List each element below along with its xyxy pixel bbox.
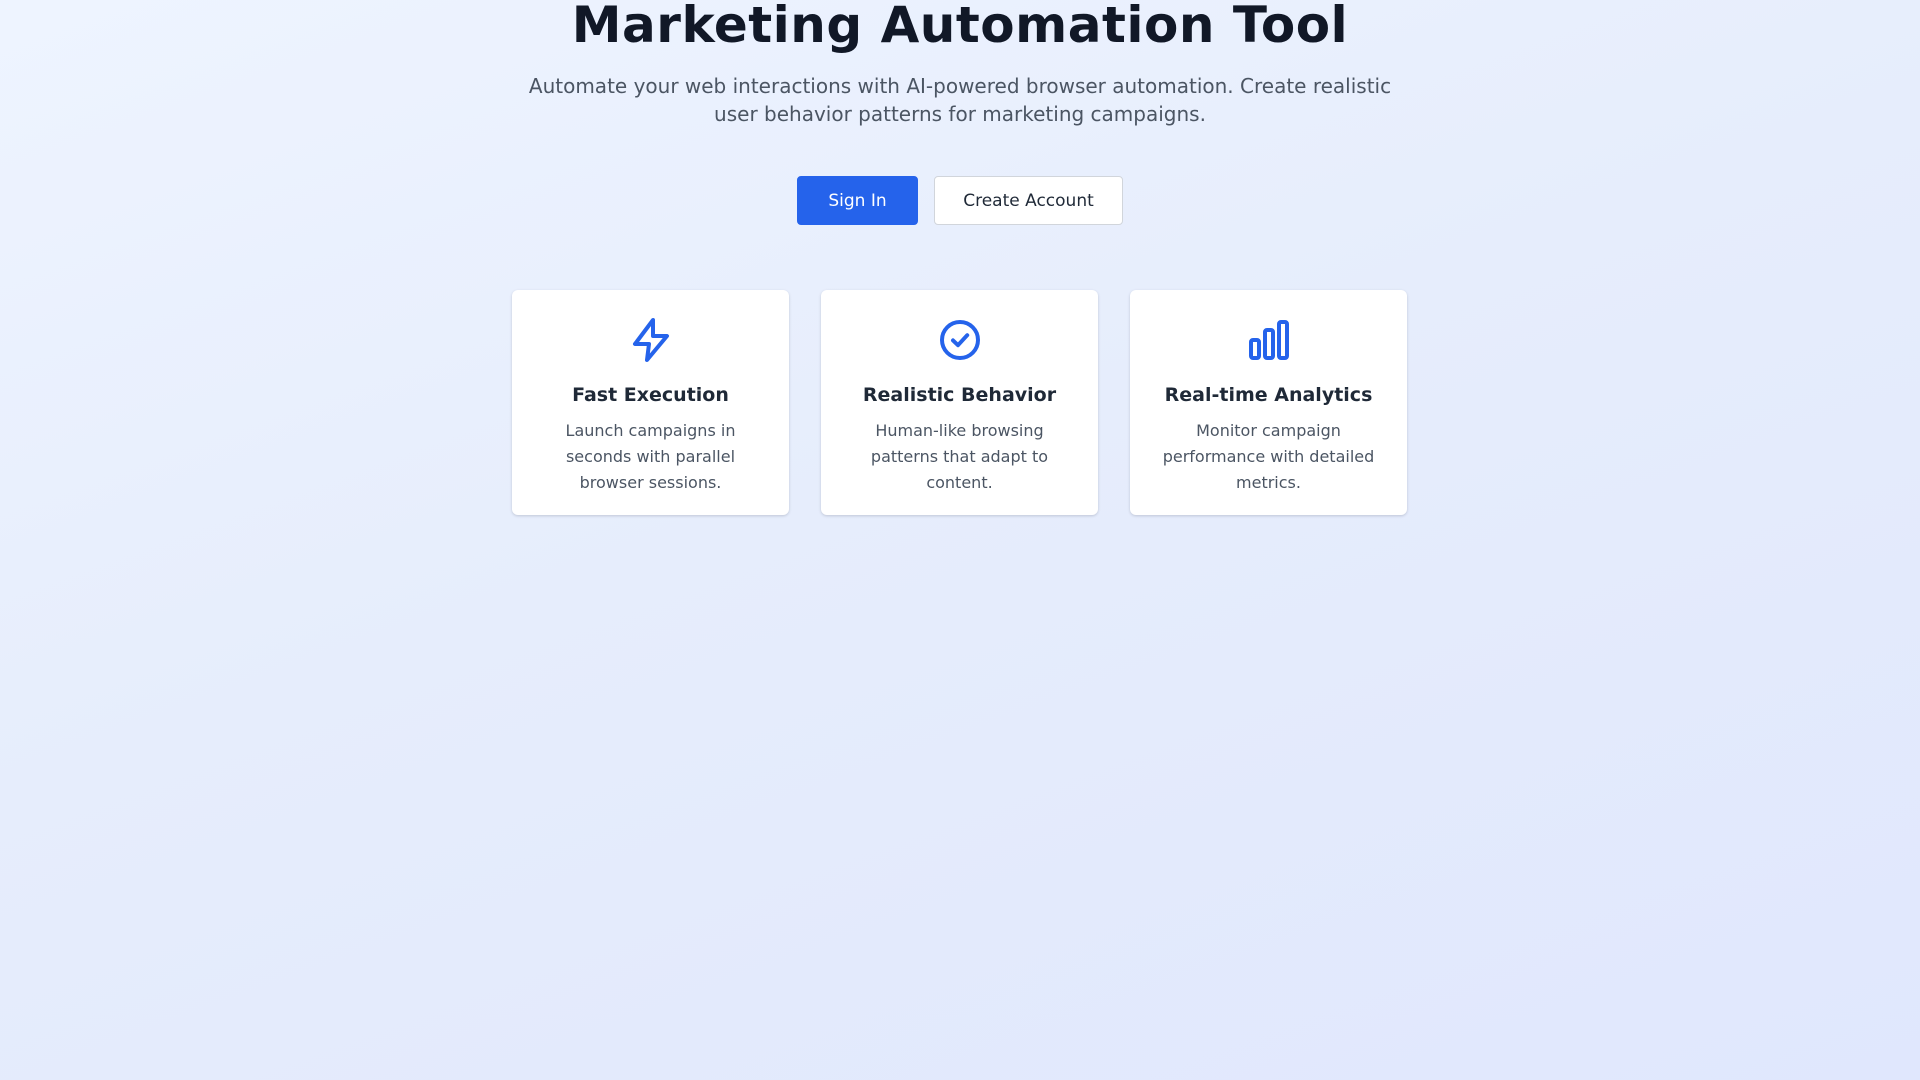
create-account-button[interactable]: Create Account [934,176,1123,225]
page-title: Marketing Automation Tool [571,0,1349,54]
feature-card-fast-execution: Fast Execution Launch campaigns in secon… [512,290,789,515]
auth-actions: Sign In Create Account [0,176,1920,225]
lightning-icon [627,316,675,364]
feature-title: Real-time Analytics [1164,384,1373,406]
page-subtitle: Automate your web interactions with AI-p… [528,74,1392,126]
check-circle-icon [936,316,984,364]
feature-cards: Fast Execution Launch campaigns in secon… [512,290,1407,515]
bar-chart-icon [1245,316,1293,364]
feature-title: Fast Execution [572,384,729,406]
sign-in-button[interactable]: Sign In [797,176,918,225]
feature-description: Monitor campaign performance with detail… [1162,421,1375,492]
feature-title: Realistic Behavior [862,384,1057,406]
feature-card-real-time-analytics: Real-time Analytics Monitor campaign per… [1130,290,1407,515]
feature-description: Human-like browsing patterns that adapt … [870,421,1049,492]
feature-card-realistic-behavior: Realistic Behavior Human-like browsing p… [821,290,1098,515]
feature-description: Launch campaigns in seconds with paralle… [565,421,736,492]
